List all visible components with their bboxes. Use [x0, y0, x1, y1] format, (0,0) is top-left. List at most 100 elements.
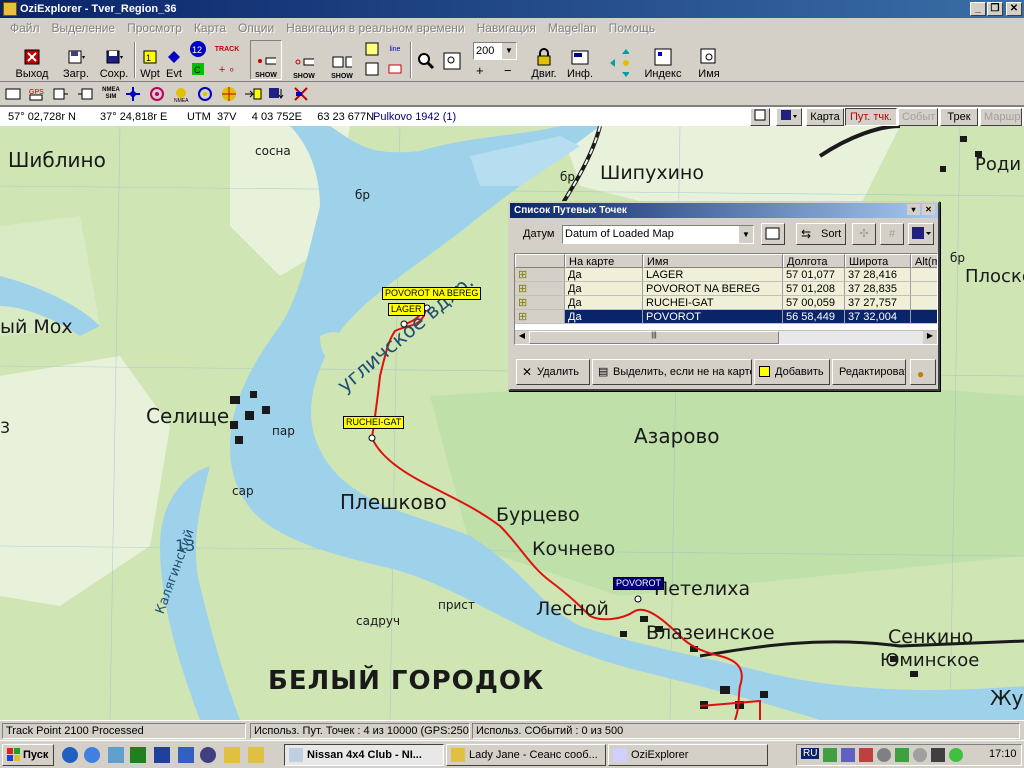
save-list-button[interactable]: [776, 108, 802, 126]
tray-icon[interactable]: [949, 748, 963, 762]
map-image-button[interactable]: [750, 108, 770, 126]
save-button[interactable]: Сохр.: [98, 40, 130, 80]
goto-waypoint-icon[interactable]: [244, 85, 262, 103]
menu-map[interactable]: Карта: [188, 21, 232, 35]
chevron-down-icon[interactable]: ▼: [502, 43, 516, 59]
track-button[interactable]: TRACK + ∘: [213, 40, 241, 80]
tray-icon[interactable]: [823, 748, 837, 762]
browser-icon[interactable]: [84, 747, 100, 763]
nmea-sim-icon[interactable]: NMEA SIM: [100, 85, 122, 103]
tray-icon[interactable]: [895, 748, 909, 762]
table-header[interactable]: [515, 254, 565, 268]
app-shortcut-icon[interactable]: [178, 747, 194, 763]
dialog-collapse-button[interactable]: ▾: [907, 204, 920, 215]
menu-file[interactable]: Файл: [4, 21, 46, 35]
grid-icon[interactable]: #: [880, 223, 904, 245]
app-icon[interactable]: [3, 2, 17, 16]
zoom-out-button[interactable]: −: [504, 63, 512, 78]
scrollbar-thumb[interactable]: |||: [529, 331, 779, 344]
map-list-button[interactable]: Карта: [806, 108, 844, 126]
menu-options[interactable]: Опции: [232, 21, 280, 35]
gps-connect-icon[interactable]: GPS: [28, 85, 46, 103]
menu-realtime-nav[interactable]: Навигация в реальном времени: [280, 21, 470, 35]
outlook-icon[interactable]: [108, 747, 124, 763]
chevron-down-icon[interactable]: ▼: [739, 226, 753, 243]
name-button[interactable]: Имя: [693, 40, 725, 80]
menu-view[interactable]: Просмотр: [121, 21, 188, 35]
route-list-button[interactable]: Маршр: [980, 108, 1022, 126]
sort-button[interactable]: ⇆ Sort: [796, 223, 846, 245]
folder-icon[interactable]: [224, 747, 240, 763]
word-icon[interactable]: [154, 747, 170, 763]
zoom-in-button[interactable]: +: [476, 63, 484, 78]
target-icon[interactable]: [148, 85, 166, 103]
row-selector[interactable]: ⊞: [515, 268, 565, 282]
waypoint-label[interactable]: POVOROT: [613, 577, 665, 590]
show-track-button[interactable]: SHOW: [327, 40, 357, 80]
menu-navigation[interactable]: Навигация: [471, 21, 542, 35]
move-cross-icon[interactable]: [124, 85, 142, 103]
download-icon[interactable]: [76, 85, 94, 103]
tray-icon[interactable]: [913, 748, 927, 762]
show-evt-button[interactable]: SHOW: [288, 40, 320, 80]
save-waypoints-button[interactable]: [908, 223, 934, 245]
select-not-on-map-button[interactable]: ▤ Выделить, если не на карте: [592, 359, 752, 385]
zoom-window-button[interactable]: [441, 40, 463, 80]
waypoint-label[interactable]: RUCHEI-GAT: [343, 416, 405, 429]
map-tools-button[interactable]: [362, 40, 382, 80]
scroll-right-icon[interactable]: ▶: [923, 331, 937, 344]
clock[interactable]: 17:10: [989, 748, 1017, 760]
more-button[interactable]: ●: [910, 359, 936, 385]
zoom-tool-button[interactable]: [415, 40, 437, 80]
upload-icon[interactable]: [52, 85, 70, 103]
picture-button[interactable]: [761, 223, 785, 245]
compass-icon[interactable]: [220, 85, 238, 103]
edit-button[interactable]: Редактировать: [832, 359, 906, 385]
language-indicator[interactable]: RU: [801, 748, 820, 759]
folder-icon[interactable]: [248, 747, 264, 763]
tray-icon[interactable]: [859, 748, 873, 762]
task-oziexplorer[interactable]: OziExplorer: [608, 744, 768, 766]
event-list-button[interactable]: Событ: [898, 108, 938, 126]
save-track-icon[interactable]: [268, 85, 286, 103]
tray-icon[interactable]: [877, 748, 891, 762]
waypoint-label[interactable]: POVOROT NA BEREG: [382, 287, 482, 300]
row-selector[interactable]: ⊞: [515, 282, 565, 296]
waypoint-label[interactable]: LAGER: [388, 303, 425, 316]
line-button[interactable]: line: [384, 40, 406, 80]
task-nissan[interactable]: Nissan 4x4 Club - NI...: [284, 744, 444, 766]
maximize-button[interactable]: ❐: [987, 2, 1003, 16]
start-button[interactable]: Пуск: [2, 744, 54, 766]
menu-magellan[interactable]: Magellan: [542, 21, 603, 35]
datum-select[interactable]: Datum of Loaded Map ▼: [562, 225, 754, 244]
track-list-button[interactable]: Трек: [940, 108, 978, 126]
exit-button[interactable]: Выход: [14, 40, 50, 80]
menu-help[interactable]: Помощь: [603, 21, 661, 35]
scroll-left-icon[interactable]: ◀: [515, 331, 529, 344]
table-header[interactable]: На карте: [565, 254, 643, 268]
minimize-button[interactable]: _: [970, 2, 986, 16]
info-button[interactable]: Инф.: [565, 40, 595, 80]
table-header[interactable]: Имя: [643, 254, 783, 268]
close-button[interactable]: ✕: [1006, 2, 1022, 16]
horizontal-scrollbar[interactable]: ◀ ||| ▶: [515, 330, 937, 344]
menu-select[interactable]: Выделение: [46, 21, 122, 35]
route-button[interactable]: 12 C: [186, 40, 210, 80]
tray-icon[interactable]: [931, 748, 945, 762]
nmea-track-icon[interactable]: NMEA: [172, 85, 190, 103]
move-to-icon[interactable]: ✣: [852, 223, 876, 245]
ie-icon[interactable]: [62, 747, 78, 763]
table-header[interactable]: Alt(m: [911, 254, 937, 268]
index-button[interactable]: Индекс: [643, 40, 683, 80]
wpt-button[interactable]: 1 Wpt: [140, 40, 160, 80]
evt-button[interactable]: Evt: [164, 40, 184, 80]
show-wpt-button[interactable]: SHOW: [250, 40, 282, 80]
dialog-close-button[interactable]: ✕: [922, 204, 935, 215]
load-button[interactable]: Загр.: [60, 40, 92, 80]
add-button[interactable]: Добавить: [754, 359, 830, 385]
delete-button[interactable]: ✕ Удалить: [516, 359, 590, 385]
task-lady-jane[interactable]: Lady Jane - Сеанс сооб...: [446, 744, 606, 766]
tray-icon[interactable]: [841, 748, 855, 762]
media-player-icon[interactable]: [200, 747, 216, 763]
ring-icon[interactable]: [196, 85, 214, 103]
